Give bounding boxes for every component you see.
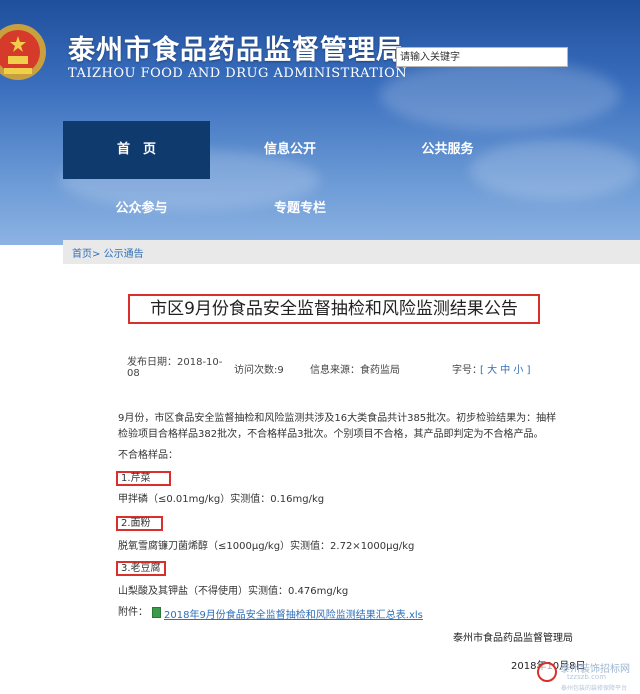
breadcrumb-separator: > [92,249,101,260]
watermark-url: tzzszb.com [567,673,607,681]
watermark-logo-icon [537,662,557,682]
view-count: 访问次数:9 [234,365,284,376]
breadcrumb-section-link[interactable]: 公示通告 [104,249,144,260]
article-title: 市区9月份食品安全监督抽检和风险监测结果公告 [150,299,518,319]
publish-date: 发布日期：2018-10- [127,357,223,368]
nav-public-service-label: 公共服务 [421,142,474,157]
search-input[interactable] [396,47,568,67]
intro-line-1: 9月份，市区食品安全监督抽检和风险监测共涉及16大类食品共计385批次。初步检验… [118,413,557,424]
nav-public-service[interactable]: 公共服务 [370,121,525,179]
nav-home[interactable]: 首 页 [63,121,210,179]
site-title: 泰州市食品药品监督管理局 [68,35,404,66]
excel-file-icon [152,607,161,618]
item-2-detail: 脱氧雪腐镰刀菌烯醇（≤1000μg/kg）实测值：2.72×1000μg/kg [118,541,415,552]
item-1-detail: 甲拌磷（≤0.01mg/kg）实测值：0.16mg/kg [118,494,325,505]
nav-special-topics-label: 专题专栏 [273,201,326,216]
nav-public-participation[interactable]: 公众参与 [63,180,220,238]
nav-special-topics[interactable]: 专题专栏 [220,180,380,238]
article-title-box: 市区9月份食品安全监督抽检和风险监测结果公告 [128,294,540,324]
nav-info-disclosure[interactable]: 信息公开 [210,121,370,179]
header-cloud [380,60,620,130]
item-3-detail: 山梨酸及其钾盐（不得使用）实测值：0.476mg/kg [118,586,349,597]
intro-line-2: 检验项目合格样品382批次，不合格样品3批次。个别项目不合格，其产品即判定为不合… [118,429,544,440]
national-emblem-icon [0,24,46,80]
unqualified-label: 不合格样品： [118,450,178,461]
site-subtitle: TAIZHOU FOOD AND DRUG ADMINISTRATION [68,66,408,81]
item-3-name: 3.老豆腐 [116,561,166,576]
nav-info-disclosure-label: 信息公开 [263,142,316,157]
item-2-name: 2.面粉 [116,516,163,531]
font-size-selector[interactable]: [ 大 中 小 ] [480,361,531,376]
breadcrumb: 首页> 公示通告 [72,245,144,260]
nav-home-label: 首 页 [116,142,156,157]
publish-date-tail: 08 [127,368,140,379]
font-size-label: 字号： [452,365,482,376]
breadcrumb-bar: 首页> 公示通告 [63,240,640,264]
info-source: 信息来源：食药监局 [310,365,400,376]
attachment-link[interactable]: 2018年9月份食品安全监督抽检和风险监测结果汇总表.xls [164,606,423,621]
nav-public-participation-label: 公众参与 [115,201,168,216]
watermark-subtitle: 泰州包装的装修保障平台 [561,685,628,692]
issuing-organization: 泰州市食品药品监督管理局 [453,633,573,644]
item-1-name: 1.芹菜 [116,471,171,486]
breadcrumb-home-link[interactable]: 首页 [72,249,92,260]
